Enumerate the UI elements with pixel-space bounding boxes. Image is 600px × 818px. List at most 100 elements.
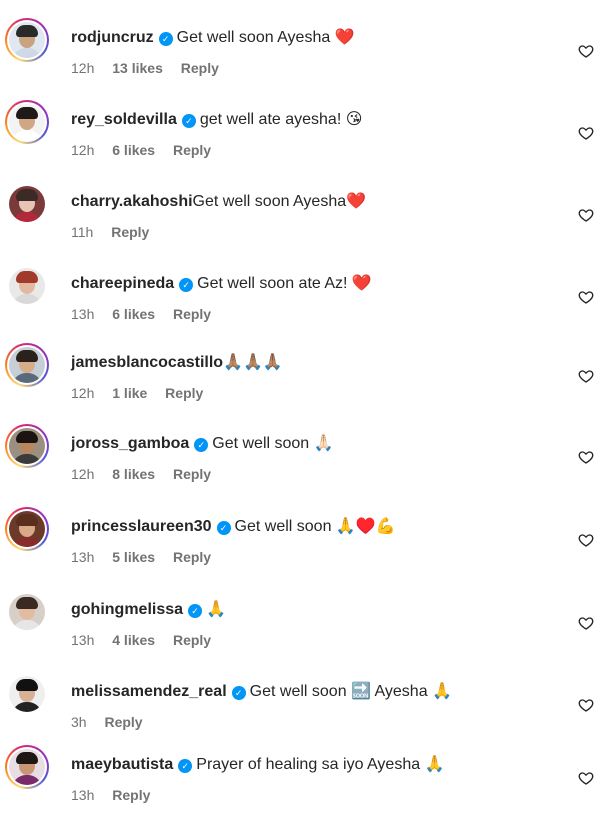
comment-item: gohingmelissa ✓ 🙏 13h 4 likes Reply [0, 590, 600, 672]
comment-text: Get well soon 🔜 Ayesha 🙏 [249, 683, 452, 700]
avatar-story-ring[interactable] [5, 182, 49, 226]
comment-line: gohingmelissa ✓ 🙏 [71, 600, 226, 620]
avatar[interactable] [9, 268, 45, 304]
reply-button[interactable]: Reply [112, 787, 150, 803]
reply-button[interactable]: Reply [111, 224, 149, 240]
reply-button[interactable]: Reply [173, 549, 211, 565]
reply-button[interactable]: Reply [173, 632, 211, 648]
comment-time[interactable]: 12h [71, 385, 94, 401]
comment-meta: 11h Reply [71, 223, 163, 241]
verified-badge-icon: ✓ [216, 521, 231, 535]
comment-likes[interactable]: 8 likes [112, 466, 155, 482]
comment-line: jamesblancocastillo🙏🏽🙏🏽🙏🏽 [71, 353, 283, 373]
comment-time[interactable]: 13h [71, 787, 94, 803]
comment-username[interactable]: rodjuncruz [71, 29, 154, 46]
comment-item: charry.akahoshiGet well soon Ayesha❤️ 11… [0, 182, 600, 264]
comment-time[interactable]: 3h [71, 714, 87, 730]
comment-text: Get well soon ate Az! ❤️ [197, 275, 372, 292]
comment-username[interactable]: melissamendez_real [71, 683, 227, 700]
comment-meta: 12h 8 likes Reply [71, 465, 225, 483]
verified-badge-icon: ✓ [178, 759, 193, 773]
avatar-story-ring[interactable] [5, 264, 49, 308]
comment-meta: 13h Reply [71, 786, 164, 804]
comment-text: Get well soon 🙏🏻 [212, 435, 334, 452]
verified-badge-icon: ✓ [158, 32, 173, 46]
reply-button[interactable]: Reply [173, 142, 211, 158]
comment-line: rey_soldevilla ✓ get well ate ayesha! 😘 [71, 110, 362, 130]
comment-time[interactable]: 11h [71, 224, 93, 240]
comment-line: rodjuncruz ✓ Get well soon Ayesha ❤️ [71, 28, 355, 48]
like-heart-icon[interactable] [578, 770, 594, 786]
comment-likes[interactable]: 4 likes [112, 632, 155, 648]
comment-time[interactable]: 12h [71, 466, 94, 482]
comment-username[interactable]: princesslaureen30 [71, 518, 212, 535]
comment-time[interactable]: 13h [71, 632, 94, 648]
comment-username[interactable]: chareepineda [71, 275, 174, 292]
avatar-story-ring[interactable] [5, 672, 49, 716]
comment-line: chareepineda ✓ Get well soon ate Az! ❤️ [71, 274, 372, 294]
comment-username[interactable]: gohingmelissa [71, 601, 183, 618]
like-heart-icon[interactable] [578, 43, 594, 59]
comment-likes[interactable]: 5 likes [112, 549, 155, 565]
comment-username[interactable]: maeybautista [71, 756, 173, 773]
comment-line: princesslaureen30 ✓ Get well soon 🙏♥️💪 [71, 517, 396, 537]
comment-text: Get well soon 🙏♥️💪 [234, 518, 396, 535]
like-heart-icon[interactable] [578, 615, 594, 631]
reply-button[interactable]: Reply [181, 60, 219, 76]
verified-badge-icon: ✓ [194, 438, 209, 452]
avatar-story-ring[interactable] [5, 18, 49, 62]
comment-meta: 12h 6 likes Reply [71, 141, 225, 159]
comment-time[interactable]: 13h [71, 549, 94, 565]
comment-likes[interactable]: 6 likes [112, 142, 155, 158]
avatar[interactable] [9, 749, 45, 785]
comment-item: princesslaureen30 ✓ Get well soon 🙏♥️💪 13h… [0, 507, 600, 589]
comment-likes[interactable]: 1 like [112, 385, 147, 401]
comment-item: joross_gamboa ✓ Get well soon 🙏🏻 12h 8 lik… [0, 424, 600, 506]
avatar[interactable] [9, 511, 45, 547]
comment-meta: 12h 13 likes Reply [71, 59, 233, 77]
avatar[interactable] [9, 428, 45, 464]
comment-meta: 12h 1 like Reply [71, 384, 217, 402]
avatar[interactable] [9, 104, 45, 140]
like-heart-icon[interactable] [578, 207, 594, 223]
avatar[interactable] [9, 594, 45, 630]
verified-badge-icon: ✓ [231, 686, 246, 700]
like-heart-icon[interactable] [578, 125, 594, 141]
verified-badge-icon: ✓ [181, 114, 196, 128]
avatar-story-ring[interactable] [5, 424, 49, 468]
like-heart-icon[interactable] [578, 368, 594, 384]
comment-text: Get well soon Ayesha ❤️ [176, 29, 355, 46]
comment-likes[interactable]: 13 likes [112, 60, 163, 76]
comment-time[interactable]: 13h [71, 306, 94, 322]
avatar[interactable] [9, 22, 45, 58]
avatar-story-ring[interactable] [5, 590, 49, 634]
comment-line: joross_gamboa ✓ Get well soon 🙏🏻 [71, 434, 334, 454]
like-heart-icon[interactable] [578, 532, 594, 548]
avatar-story-ring[interactable] [5, 507, 49, 551]
comment-username[interactable]: joross_gamboa [71, 435, 189, 452]
comment-username[interactable]: jamesblancocastillo [71, 354, 223, 371]
comment-time[interactable]: 12h [71, 142, 94, 158]
avatar[interactable] [9, 186, 45, 222]
comment-username[interactable]: charry.akahoshi [71, 193, 193, 210]
comment-time[interactable]: 12h [71, 60, 94, 76]
avatar[interactable] [9, 347, 45, 383]
like-heart-icon[interactable] [578, 449, 594, 465]
reply-button[interactable]: Reply [104, 714, 142, 730]
comment-line: maeybautista ✓ Prayer of healing sa iyo Ay… [71, 755, 444, 775]
reply-button[interactable]: Reply [165, 385, 203, 401]
comment-meta: 13h 4 likes Reply [71, 631, 225, 649]
avatar-story-ring[interactable] [5, 745, 49, 789]
like-heart-icon[interactable] [578, 697, 594, 713]
avatar-story-ring[interactable] [5, 100, 49, 144]
reply-button[interactable]: Reply [173, 466, 211, 482]
reply-button[interactable]: Reply [173, 306, 211, 322]
like-heart-icon[interactable] [578, 289, 594, 305]
comment-likes[interactable]: 6 likes [112, 306, 155, 322]
avatar[interactable] [9, 676, 45, 712]
comment-text: 🙏🏽🙏🏽🙏🏽 [223, 354, 283, 371]
comment-username[interactable]: rey_soldevilla [71, 111, 177, 128]
comment-text: Get well soon Ayesha❤️ [192, 193, 367, 210]
avatar-story-ring[interactable] [5, 343, 49, 387]
comment-text: Prayer of healing sa iyo Ayesha 🙏 [196, 756, 445, 773]
